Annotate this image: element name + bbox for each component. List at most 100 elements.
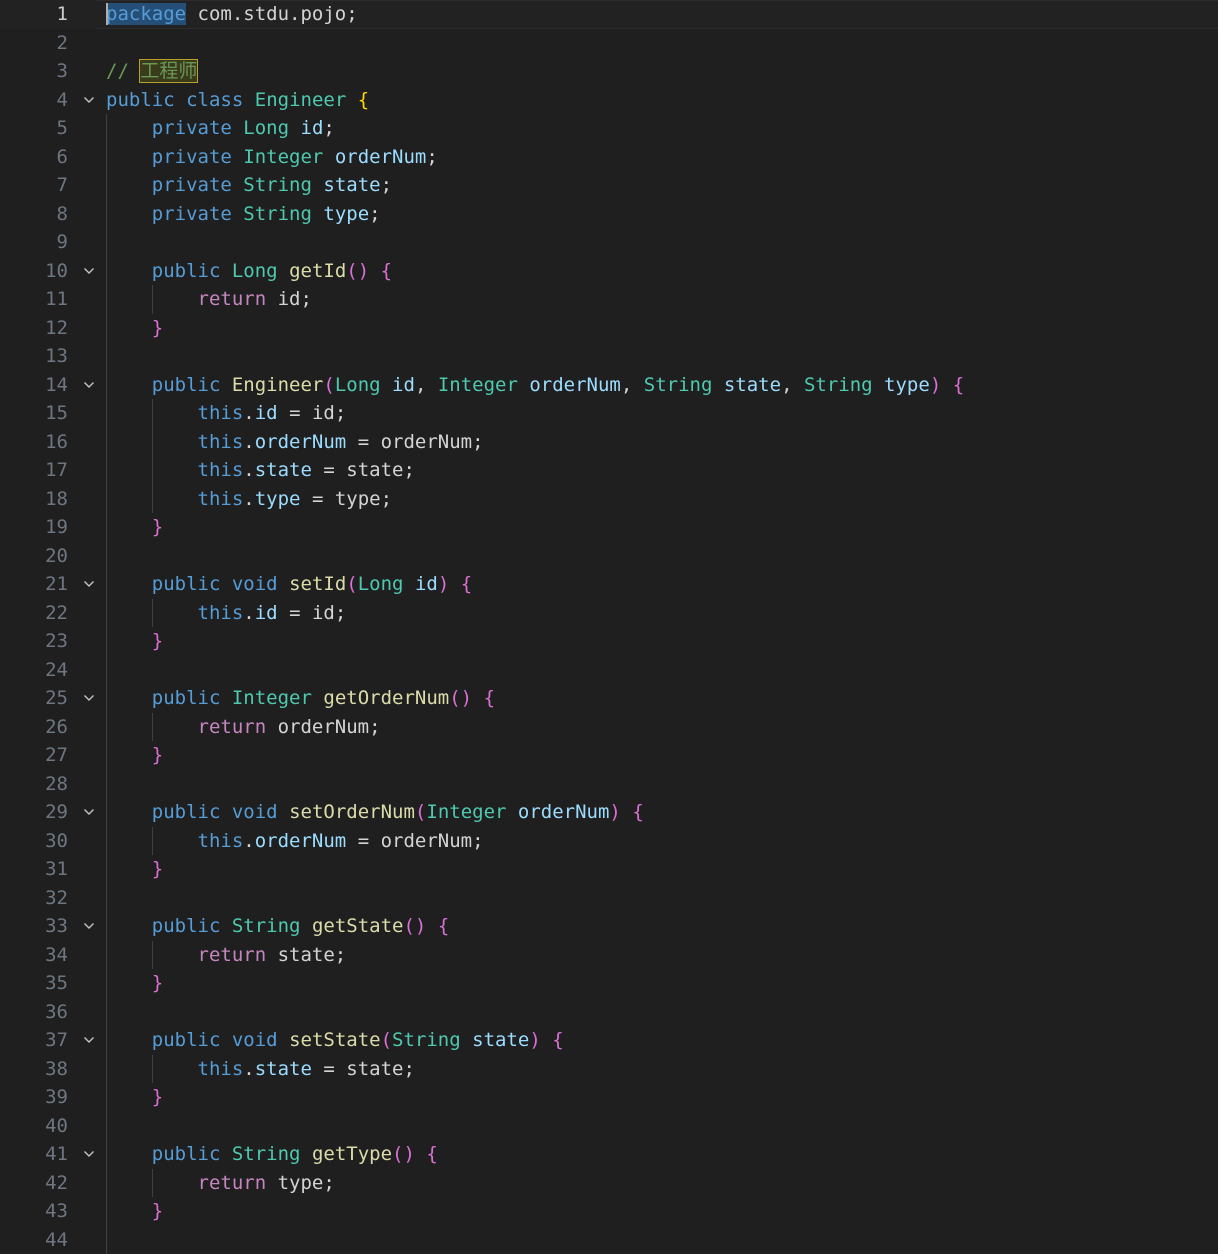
code-token [106,1029,152,1051]
code-text: } [106,969,163,998]
code-token: . [243,488,254,510]
code-line[interactable]: 43 } [0,1197,1218,1226]
code-token: return [198,944,267,966]
code-line[interactable]: 16 this.orderNum = orderNum; [0,428,1218,457]
code-line[interactable]: 24 [0,656,1218,685]
code-line[interactable]: 21 public void setId(Long id) { [0,570,1218,599]
code-line[interactable]: 7 private String state; [0,171,1218,200]
code-line[interactable]: 2 [0,29,1218,58]
code-token: getType [312,1143,392,1165]
code-line[interactable]: 13 [0,342,1218,371]
code-token [220,801,231,823]
chevron-down-icon[interactable] [80,86,98,115]
code-line[interactable]: 32 [0,884,1218,913]
code-line[interactable]: 30 this.orderNum = orderNum; [0,827,1218,856]
code-text: public void setId(Long id) { [106,570,472,599]
code-line[interactable]: 42 return type; [0,1169,1218,1198]
line-number: 20 [0,542,68,571]
code-line[interactable]: 17 this.state = state; [0,456,1218,485]
code-token: String [232,1143,301,1165]
code-line[interactable]: 31 } [0,855,1218,884]
code-line[interactable]: 22 this.id = id; [0,599,1218,628]
code-line[interactable]: 11 return id; [0,285,1218,314]
code-text: this.id = id; [106,399,346,428]
code-line[interactable]: 39 } [0,1083,1218,1112]
code-line[interactable]: 19 } [0,513,1218,542]
code-token: public [152,687,221,709]
code-line[interactable]: 38 this.state = state; [0,1055,1218,1084]
code-line[interactable]: 12 } [0,314,1218,343]
code-token: type; [266,1172,335,1194]
code-line[interactable]: 40 [0,1112,1218,1141]
code-line[interactable]: 35 } [0,969,1218,998]
code-line[interactable]: 23 } [0,627,1218,656]
code-line[interactable]: 1package com.stdu.pojo; [0,0,1218,29]
code-token [278,573,289,595]
chevron-down-icon[interactable] [80,798,98,827]
code-line[interactable]: 29 public void setOrderNum(Integer order… [0,798,1218,827]
code-token: state [255,459,312,481]
line-number: 16 [0,428,68,457]
code-line[interactable]: 18 this.type = type; [0,485,1218,514]
code-token: this [198,459,244,481]
code-token: orderNum [335,146,427,168]
code-token: = state; [312,459,415,481]
line-number: 23 [0,627,68,656]
code-token: com.stdu.pojo; [186,3,358,25]
code-line[interactable]: 25 public Integer getOrderNum() { [0,684,1218,713]
code-token: this [198,602,244,624]
code-line[interactable]: 8 private String type; [0,200,1218,229]
code-token [712,374,723,396]
code-token: () [392,1143,415,1165]
code-token [106,630,152,652]
code-line[interactable]: 41 public String getType() { [0,1140,1218,1169]
code-token: orderNum [518,801,610,823]
code-line[interactable]: 36 [0,998,1218,1027]
code-token [106,260,152,282]
code-line[interactable]: 26 return orderNum; [0,713,1218,742]
code-line[interactable]: 37 public void setState(String state) { [0,1026,1218,1055]
code-text: public Long getId() { [106,257,392,286]
chevron-down-icon[interactable] [80,570,98,599]
line-number: 38 [0,1055,68,1084]
code-token [232,174,243,196]
code-token [220,915,231,937]
code-token: ( [346,573,357,595]
code-line[interactable]: 34 return state; [0,941,1218,970]
line-number: 40 [0,1112,68,1141]
code-token [106,573,152,595]
code-line[interactable]: 28 [0,770,1218,799]
code-text: package com.stdu.pojo; [106,0,358,29]
code-line[interactable]: 44 [0,1226,1218,1254]
chevron-down-icon[interactable] [80,371,98,400]
code-token: state; [266,944,346,966]
code-line[interactable]: 33 public String getState() { [0,912,1218,941]
code-text: } [106,741,163,770]
code-token: ) [609,801,620,823]
code-line[interactable]: 6 private Integer orderNum; [0,143,1218,172]
chevron-down-icon[interactable] [80,1026,98,1055]
chevron-down-icon[interactable] [80,257,98,286]
code-token: ( [415,801,426,823]
code-line[interactable]: 3// 工程师 [0,57,1218,86]
code-token: = orderNum; [346,830,483,852]
code-line[interactable]: 27 } [0,741,1218,770]
code-line[interactable]: 14 public Engineer(Long id, Integer orde… [0,371,1218,400]
code-token: type [255,488,301,510]
code-text: return type; [106,1169,335,1198]
code-line[interactable]: 15 this.id = id; [0,399,1218,428]
chevron-down-icon[interactable] [80,1140,98,1169]
code-line[interactable]: 20 [0,542,1218,571]
code-token [106,972,152,994]
code-editor[interactable]: 1package com.stdu.pojo;23// 工程师4public c… [0,0,1218,1253]
line-number: 15 [0,399,68,428]
code-token: () [346,260,369,282]
chevron-down-icon[interactable] [80,684,98,713]
line-number: 43 [0,1197,68,1226]
code-token [106,374,152,396]
code-line[interactable]: 9 [0,228,1218,257]
code-line[interactable]: 10 public Long getId() { [0,257,1218,286]
code-line[interactable]: 5 private Long id; [0,114,1218,143]
chevron-down-icon[interactable] [80,912,98,941]
code-line[interactable]: 4public class Engineer { [0,86,1218,115]
